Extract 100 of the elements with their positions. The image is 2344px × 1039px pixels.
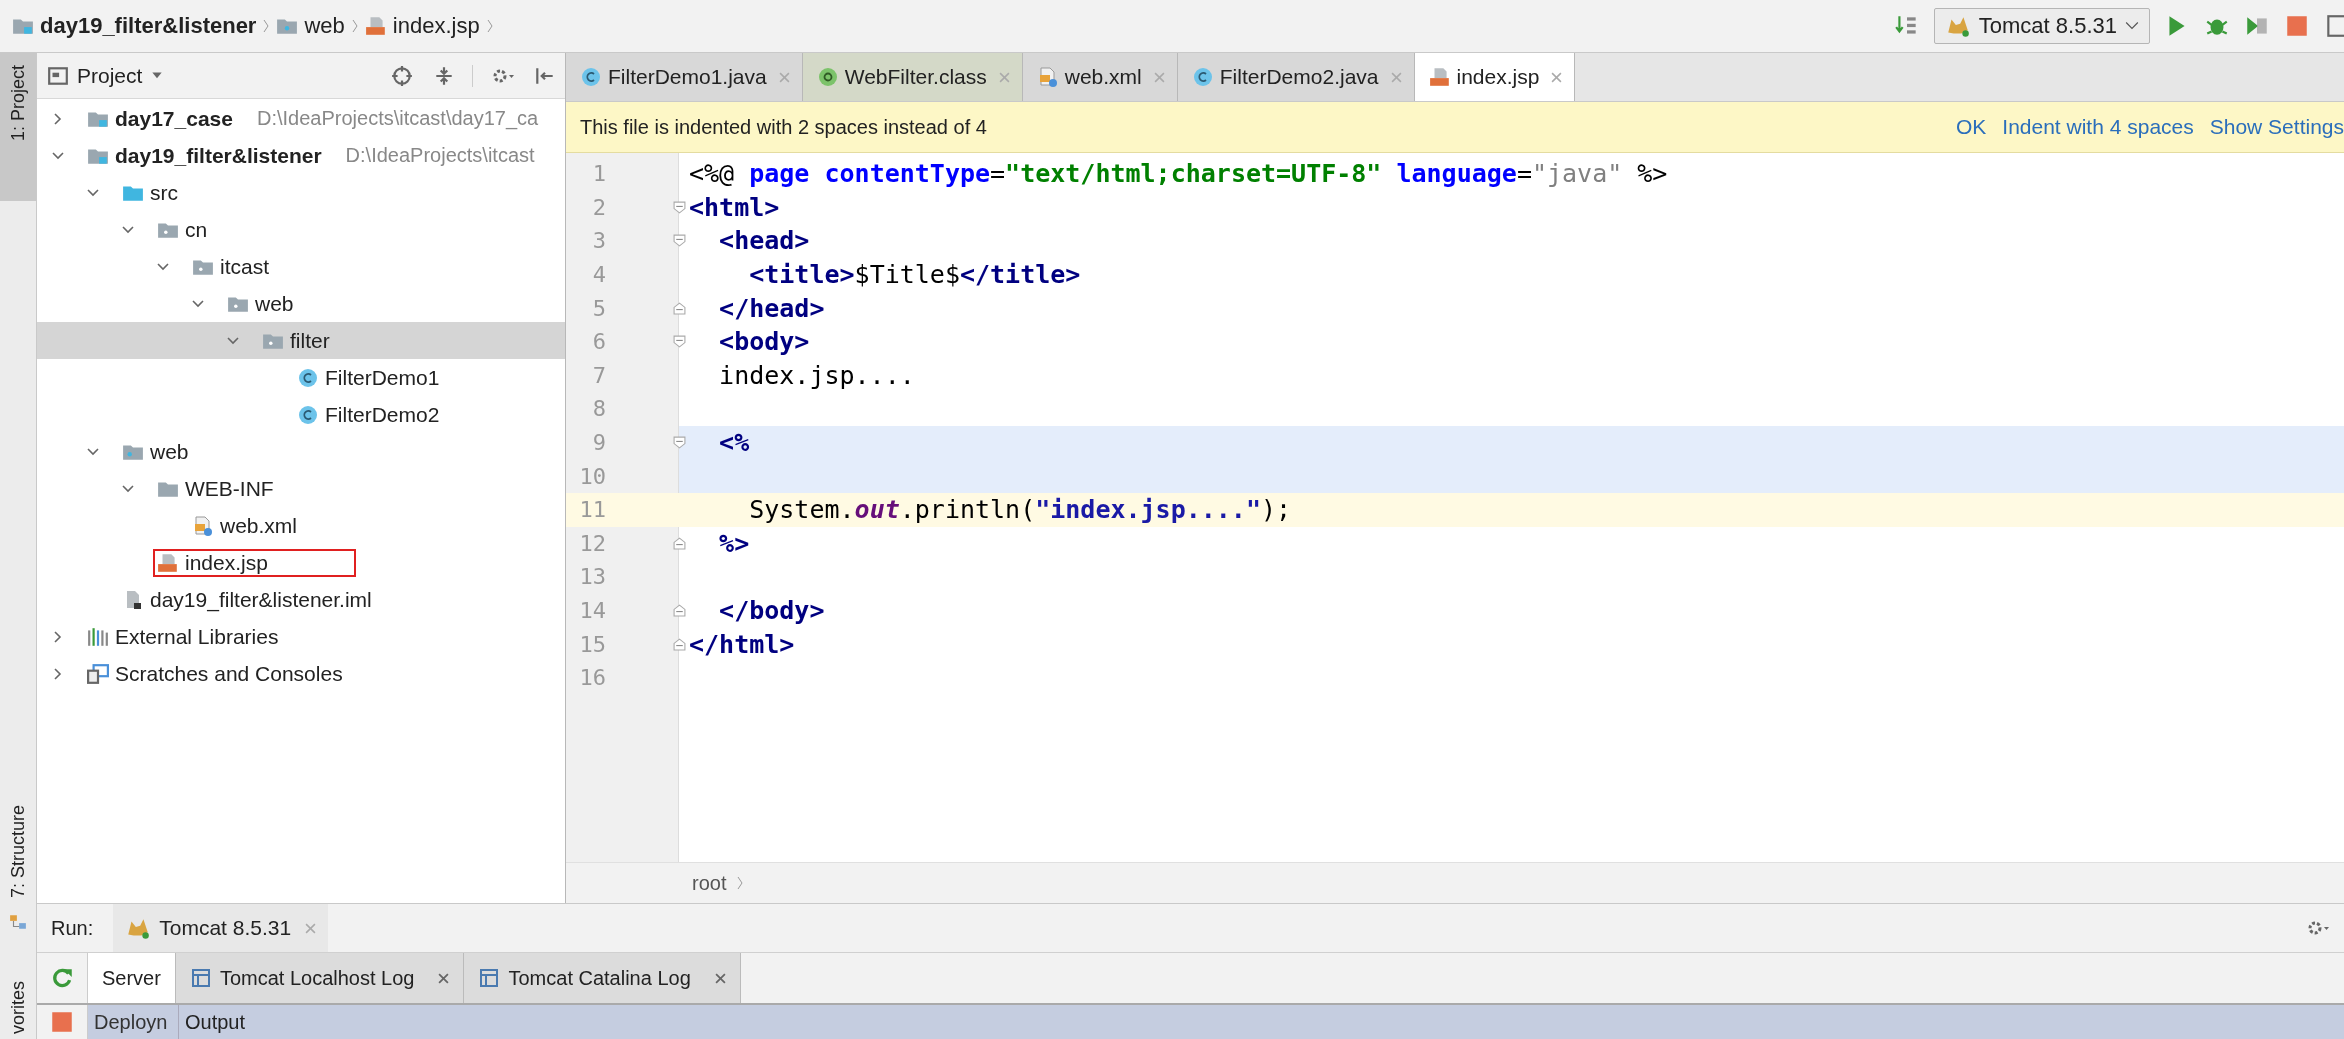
close-icon[interactable]: [714, 972, 726, 984]
fold-icon[interactable]: [673, 436, 686, 450]
favorites-tool-tab[interactable]: vorites: [3, 971, 33, 1039]
tree-row[interactable]: src: [37, 174, 565, 211]
close-icon[interactable]: [1551, 71, 1563, 83]
log-tab[interactable]: Server: [88, 953, 176, 1003]
stop-icon[interactable]: [2284, 13, 2310, 39]
line-number: 2: [591, 194, 606, 220]
chevron-icon: [485, 17, 494, 35]
fold-icon[interactable]: [673, 301, 686, 315]
line-number: 15: [578, 631, 606, 657]
xml-file-icon: [192, 515, 214, 536]
tree-label: cn: [185, 217, 208, 242]
fold-icon[interactable]: [673, 604, 686, 617]
tree-label: day19_filter&listener.iml: [150, 587, 372, 612]
structure-icon: [9, 913, 27, 931]
tree-label: FilterDemo1: [325, 365, 440, 390]
breadcrumb-item[interactable]: day19_filter&listener: [40, 13, 257, 39]
log-tab[interactable]: Tomcat Localhost Log: [175, 953, 465, 1003]
tree-row[interactable]: day19_filter&listener.iml: [37, 581, 565, 618]
tree-row[interactable]: itcast: [37, 248, 565, 285]
console-icon: [87, 663, 109, 684]
editor-tab[interactable]: FilterDemo1.java: [566, 53, 803, 101]
tree-row[interactable]: filter: [37, 322, 565, 359]
tree-row[interactable]: External Libraries: [37, 618, 565, 655]
run-configuration-dropdown[interactable]: Tomcat 8.5.31: [1933, 8, 2150, 44]
caret-icon: [2125, 21, 2139, 31]
log-icon: [478, 968, 501, 988]
chevron-icon: [350, 17, 359, 35]
notice-link[interactable]: OK: [1955, 115, 1987, 139]
tree-label: Scratches and Consoles: [115, 661, 343, 686]
log-icon: [189, 968, 212, 988]
tree-label: day19_filter&listener: [115, 143, 322, 168]
tree-label: web: [255, 291, 294, 316]
fold-icon[interactable]: [673, 200, 686, 214]
tree-label: FilterDemo2: [325, 402, 440, 427]
code-line: </body>: [718, 596, 825, 625]
code-line: <title>$Title$</title>: [748, 260, 1081, 290]
editor-tab[interactable]: web.xml: [1022, 53, 1178, 101]
tree-row[interactable]: web.xml: [37, 507, 565, 544]
locate-icon[interactable]: [390, 64, 414, 87]
class-icon: [297, 367, 319, 388]
line-number: 3: [591, 228, 606, 254]
breadcrumb-item[interactable]: web: [304, 13, 345, 39]
module-path: D:\IdeaProjects\itcast: [345, 144, 535, 167]
notice-link[interactable]: Indent with 4 spaces: [2002, 115, 2194, 139]
breadcrumb-item[interactable]: index.jsp: [392, 13, 480, 39]
structure-tool-tab[interactable]: 7: Structure: [3, 794, 33, 913]
class-icon: [580, 67, 602, 87]
tree-label: web.xml: [220, 513, 298, 538]
annotation-icon: [816, 67, 839, 87]
tree-row[interactable]: WEB-INF: [37, 470, 565, 507]
run-tab[interactable]: Tomcat 8.5.31: [113, 904, 329, 952]
notice-link[interactable]: Show Settings: [2209, 115, 2344, 139]
breadcrumb-item[interactable]: root: [692, 871, 727, 895]
code-line: index.jsp....: [718, 360, 915, 390]
stop-icon[interactable]: [49, 1009, 75, 1035]
folder-icon: [276, 16, 299, 36]
tree-label: day17_case: [115, 106, 233, 131]
panel-title[interactable]: Project: [77, 63, 143, 88]
chevron-icon: [736, 874, 745, 892]
chevron-icon: [262, 17, 271, 35]
line-number: 6: [591, 329, 606, 355]
line-number: 10: [578, 463, 606, 489]
tree-row[interactable]: web: [37, 433, 565, 470]
notice-text: This file is indented with 2 spaces instead of 4: [580, 115, 987, 139]
editor-tab[interactable]: index.jsp: [1414, 53, 1576, 101]
log-tab[interactable]: Tomcat Catalina Log: [464, 953, 741, 1003]
editor-tab[interactable]: FilterDemo2.java: [1177, 53, 1415, 101]
line-number: 8: [591, 396, 606, 422]
tree-row[interactable]: day17_case D:\IdeaProjects\itcast\day17_ca: [37, 100, 565, 137]
library-icon: [87, 626, 109, 647]
tree-row[interactable]: index.jsp: [37, 544, 565, 581]
project-tool-tab[interactable]: 1: Project: [0, 53, 36, 202]
tree-row[interactable]: FilterDemo1: [37, 359, 565, 396]
fold-icon[interactable]: [673, 234, 686, 248]
tree-row[interactable]: FilterDemo2: [37, 396, 565, 433]
column-header: Deployn: [88, 1005, 179, 1039]
folder-icon: [12, 16, 34, 36]
close-icon[interactable]: [438, 972, 450, 984]
tree-row[interactable]: web: [37, 285, 565, 322]
tree-row[interactable]: day19_filter&listener D:\IdeaProjects\itcast: [37, 137, 565, 174]
tree-row[interactable]: Scratches and Consoles: [37, 655, 565, 692]
line-number: 7: [591, 362, 606, 388]
structure-icon[interactable]: [2324, 13, 2344, 39]
tree-label: External Libraries: [115, 624, 279, 649]
tree-row[interactable]: cn: [37, 211, 565, 248]
module-path: D:\IdeaProjects\itcast\day17_ca: [256, 107, 539, 130]
fold-icon[interactable]: [673, 637, 686, 651]
line-number: 5: [591, 295, 606, 321]
code-line: <html>: [689, 192, 780, 222]
line-number: 13: [578, 564, 606, 590]
jsp-file-icon: [364, 16, 387, 36]
fold-icon[interactable]: [673, 536, 686, 550]
code-line: %>: [718, 528, 750, 558]
editor-tab[interactable]: WebFilter.class: [802, 53, 1023, 101]
close-icon[interactable]: [305, 922, 317, 934]
fold-icon[interactable]: [673, 335, 686, 349]
jsp-file-icon: [157, 552, 179, 573]
tree-label: web: [150, 439, 189, 464]
